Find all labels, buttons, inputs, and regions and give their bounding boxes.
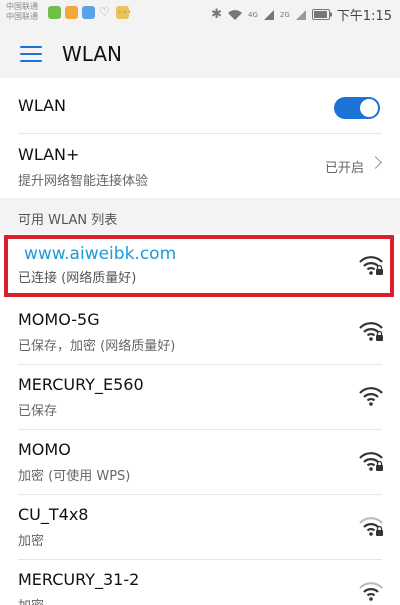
divider: [18, 559, 382, 560]
network-name: www.aiweibk.com: [24, 244, 177, 264]
network-name: MERCURY_31-2: [18, 570, 140, 589]
carrier-labels: 中国联通 中国联通: [6, 2, 38, 22]
network-item[interactable]: MOMO 加密 (可使用 WPS): [0, 429, 400, 494]
network-name: MERCURY_E560: [18, 375, 144, 394]
menu-icon[interactable]: [20, 46, 42, 62]
divider: [18, 494, 382, 495]
heart-icon: ♡: [99, 5, 110, 19]
wlan-plus-label: WLAN+: [18, 145, 80, 164]
network-item[interactable]: MERCURY_31-2 加密: [0, 559, 400, 605]
network-status: 已保存: [18, 404, 58, 419]
network-status: 加密 (可使用 WPS): [18, 469, 131, 484]
wlan-plus-row[interactable]: WLAN+ 提升网络智能连接体验 已开启: [0, 134, 400, 198]
wlan-label: WLAN: [18, 96, 67, 115]
wifi-status-icon: [228, 9, 243, 20]
wlan-plus-subtitle: 提升网络智能连接体验: [18, 174, 149, 189]
clock: 下午1:15: [336, 9, 392, 24]
system-status: ✱ 4G 2G 下午1:15: [211, 5, 392, 24]
divider: [18, 364, 382, 365]
network-status: 已保存，加密 (网络质量好): [18, 339, 176, 354]
status-bar: 中国联通 中国联通 ♡ ··· ✱ 4G 2G 下午1:15: [0, 0, 400, 30]
network-name: MOMO-5G: [18, 310, 100, 329]
wifi-locked-icon: [359, 322, 383, 341]
network-status: 加密: [18, 595, 44, 605]
wlan-switch[interactable]: [334, 97, 380, 119]
wlan-toggle-row[interactable]: WLAN: [0, 78, 400, 134]
carrier-2: 中国联通: [6, 12, 38, 21]
notification-app-icon: [48, 6, 61, 19]
network-item[interactable]: CU_T4x8 加密: [0, 494, 400, 559]
wifi-weak-locked-icon: [359, 582, 383, 601]
chevron-right-icon: [369, 156, 382, 169]
switch-knob: [360, 99, 378, 117]
carrier-1: 中国联通: [6, 2, 38, 11]
section-title: 可用 WLAN 列表: [18, 213, 118, 228]
wifi-weak-locked-icon: [359, 517, 383, 536]
signal-label-2: 2G: [279, 10, 290, 19]
network-item[interactable]: MERCURY_E560 已保存: [0, 364, 400, 429]
network-item[interactable]: MOMO-5G 已保存，加密 (网络质量好): [0, 299, 400, 364]
notification-app-icon: [82, 6, 95, 19]
network-status: 加密: [18, 534, 45, 549]
signal-label-1: 4G: [248, 10, 258, 19]
network-name: CU_T4x8: [18, 505, 89, 524]
wlan-plus-status: 已开启: [324, 161, 364, 176]
network-name: MOMO: [18, 440, 71, 459]
signal-icon: [295, 9, 306, 20]
wifi-icon: [359, 387, 383, 406]
bluetooth-icon: ✱: [211, 7, 223, 22]
notification-icons: ♡: [48, 6, 129, 19]
signal-icon: [263, 9, 274, 20]
overflow-dots: ···: [118, 5, 133, 19]
page-title: WLAN: [62, 42, 123, 66]
available-networks-header: 可用 WLAN 列表: [0, 198, 400, 234]
divider: [18, 429, 382, 430]
app-bar: WLAN: [0, 30, 400, 78]
battery-icon: [311, 9, 332, 20]
wifi-locked-icon: [359, 452, 383, 471]
notification-app-icon: [65, 6, 78, 19]
